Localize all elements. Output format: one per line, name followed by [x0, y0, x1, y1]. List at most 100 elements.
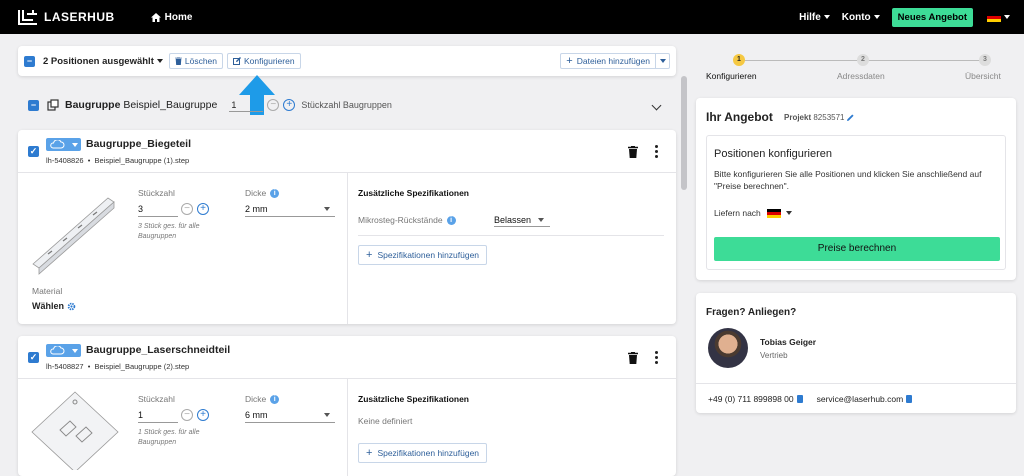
info-icon[interactable]: i [446, 216, 456, 226]
brand-name: LASERHUB [44, 10, 115, 24]
group-checkbox[interactable]: − [28, 99, 39, 111]
contact-details: +49 (0) 711 899898 00 service@laserhub.c… [708, 394, 913, 404]
panel-title: Positionen konfigurieren [714, 148, 833, 160]
group-increment-button[interactable]: + [283, 99, 296, 111]
phone-number[interactable]: +49 (0) 711 899898 00 [708, 394, 794, 404]
chevron-down-icon [324, 207, 330, 211]
material-select[interactable]: Wählen [32, 301, 76, 311]
chevron-down-icon [156, 59, 163, 63]
chevron-down-icon [785, 211, 792, 215]
step-1-label[interactable]: Konfigurieren [706, 71, 757, 81]
trash-icon[interactable] [628, 352, 638, 364]
assembly-group-row: − Baugruppe Beispiel_Baugruppe 1 − + Stü… [28, 96, 668, 114]
delete-label: Löschen [184, 56, 217, 66]
logo[interactable]: LASERHUB [18, 9, 115, 25]
trash-icon[interactable] [628, 146, 638, 158]
microjoint-label: Mikrosteg-Rückstände i [358, 215, 456, 226]
group-title: Baugruppe Beispiel_Baugruppe [65, 99, 218, 111]
quantity-input[interactable]: 1 [138, 410, 143, 420]
chevron-down-icon [1004, 15, 1010, 19]
specs-title: Zusätzliche Spezifikationen [358, 188, 469, 198]
specs-title: Zusätzliche Spezifikationen [358, 394, 469, 404]
account-menu-label: Konto [841, 11, 871, 23]
quantity-increment-button[interactable]: + [197, 203, 209, 215]
material-value: Wählen [32, 301, 65, 311]
home-link[interactable]: Home [150, 12, 192, 23]
configure-button[interactable]: Konfigurieren [227, 53, 301, 69]
quantity-hint: 3 Stück ges. für alle Baugruppen [138, 223, 200, 240]
cloud-icon [50, 140, 65, 149]
microjoint-select[interactable]: Belassen [494, 215, 531, 225]
group-quantity-input[interactable]: 1 [229, 99, 264, 112]
scrollbar-thumb[interactable] [681, 76, 687, 190]
quantity-decrement-button[interactable]: − [181, 409, 193, 421]
offer-title: Ihr Angebot [706, 110, 773, 124]
add-files-button[interactable]: + Dateien hinzufügen [560, 53, 656, 69]
step-3-indicator: 3 [979, 54, 991, 66]
help-menu[interactable]: Hilfe [799, 12, 830, 23]
deliver-to-select[interactable]: Liefern nach [714, 208, 792, 218]
delete-button[interactable]: Löschen [168, 53, 223, 69]
copy-icon[interactable] [906, 395, 913, 403]
part-preview-image [31, 391, 119, 470]
quantity-label: Stückzahl [138, 394, 175, 404]
thickness-select[interactable]: 2 mm [245, 204, 268, 214]
thickness-select[interactable]: 6 mm [245, 410, 268, 420]
account-menu[interactable]: Konto [842, 12, 880, 23]
quantity-input[interactable]: 3 [138, 204, 143, 214]
info-icon[interactable]: i [270, 395, 280, 405]
add-files-label: Dateien hinzufügen [576, 56, 650, 66]
material-label: Material [32, 286, 63, 296]
chevron-down-icon [823, 15, 830, 19]
pencil-icon[interactable] [846, 114, 854, 122]
plus-icon: + [366, 447, 373, 459]
add-specs-button[interactable]: + Spezifikationen hinzufügen [358, 443, 488, 463]
checkout-steps: 1 2 3 Konfigurieren Adressdaten Übersich… [706, 54, 1001, 84]
group-decrement-button[interactable]: − [267, 99, 280, 111]
part-type-dropdown[interactable] [46, 138, 81, 151]
edit-icon [233, 57, 241, 65]
step-2-label[interactable]: Adressdaten [837, 71, 885, 81]
add-files-dropdown[interactable] [656, 53, 670, 69]
step-1-indicator: 1 [733, 54, 745, 66]
calculate-prices-button[interactable]: Preise berechnen [714, 237, 1000, 261]
copy-icon[interactable] [796, 395, 803, 403]
chevron-down-icon [538, 218, 544, 222]
group-quantity-label: Stückzahl Baugruppen [301, 100, 392, 110]
part-type-dropdown[interactable] [46, 344, 81, 357]
chevron-down-icon [324, 413, 330, 417]
more-options-icon[interactable] [654, 350, 658, 365]
chevron-down-icon [72, 143, 78, 147]
quantity-hint: 1 Stück ges. für alle Baugruppen [138, 429, 200, 446]
specs-none-label: Keine definiert [358, 416, 413, 426]
project-info: Projekt 8253571 [784, 113, 854, 122]
selection-dropdown[interactable]: 2 Positionen ausgewählt [43, 56, 163, 67]
help-menu-label: Hilfe [799, 11, 821, 23]
part-header: ✓ Baugruppe_Laserschneidteil lh-5408827 … [18, 336, 676, 379]
email-link[interactable]: service@laserhub.com [817, 394, 904, 404]
part-checkbox[interactable]: ✓ [28, 352, 39, 363]
new-offer-button[interactable]: Neues Angebot [891, 7, 973, 27]
add-specs-button[interactable]: + Spezifikationen hinzufügen [358, 245, 488, 265]
select-all-checkbox[interactable]: − [24, 55, 35, 67]
language-menu[interactable] [987, 12, 1010, 22]
more-options-icon[interactable] [654, 144, 658, 159]
plus-icon: + [566, 55, 573, 67]
contact-title: Fragen? Anliegen? [706, 307, 797, 318]
thickness-label: Dicke i [245, 394, 280, 405]
step-3-label[interactable]: Übersicht [965, 71, 1001, 81]
quantity-increment-button[interactable]: + [197, 409, 209, 421]
info-icon[interactable]: i [270, 189, 280, 199]
part-checkbox[interactable]: ✓ [28, 146, 39, 157]
copy-group-icon [47, 99, 59, 111]
selection-label: 2 Positionen ausgewählt [43, 55, 154, 67]
home-icon [150, 12, 161, 22]
add-specs-label: Spezifikationen hinzufügen [377, 448, 480, 458]
trash-icon [174, 57, 182, 65]
step-2-indicator: 2 [857, 54, 869, 66]
thickness-label: Dicke i [245, 188, 280, 199]
quantity-decrement-button[interactable]: − [181, 203, 193, 215]
part-preview-image [32, 197, 115, 275]
collapse-chevron-icon[interactable] [651, 100, 662, 110]
part-card: ✓ Baugruppe_Biegeteil lh-5408826 • Beisp… [18, 130, 676, 324]
